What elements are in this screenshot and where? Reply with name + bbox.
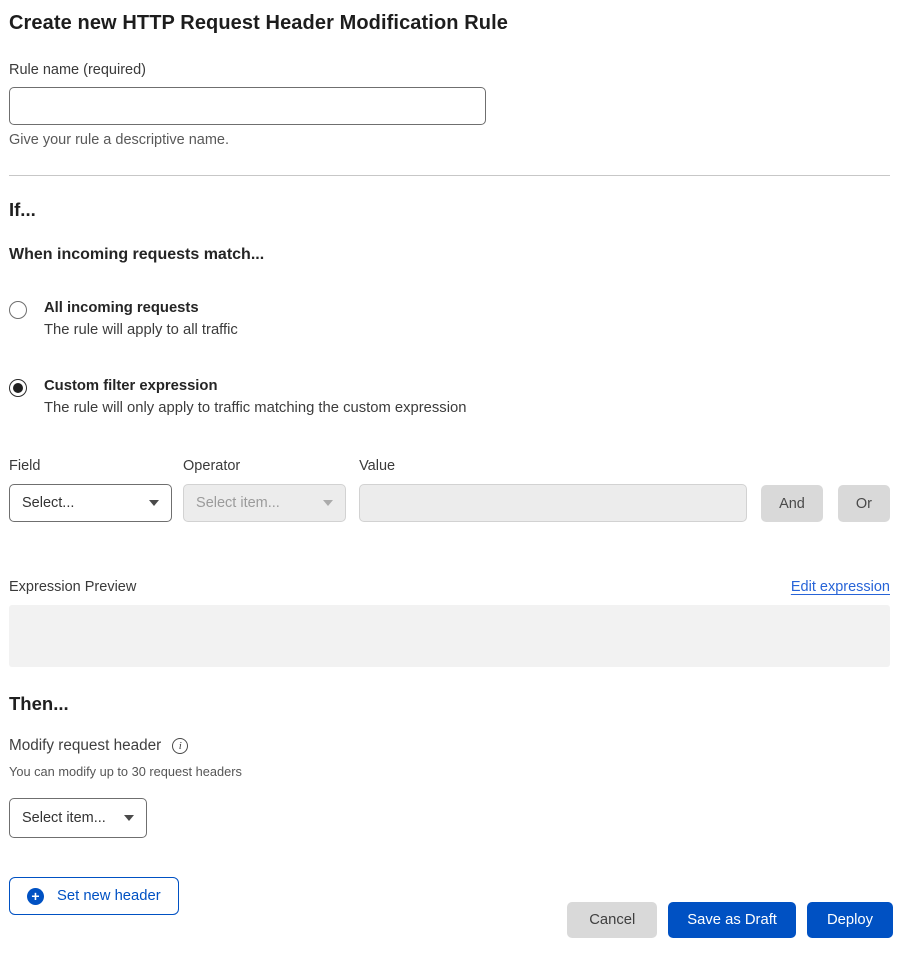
modify-header-label: Modify request header (9, 737, 161, 755)
section-divider (9, 175, 890, 176)
edit-expression-link[interactable]: Edit expression (791, 579, 890, 595)
expression-preview-box (9, 605, 890, 667)
expression-preview-header: Expression Preview Edit expression (9, 579, 890, 595)
deploy-button[interactable]: Deploy (807, 902, 893, 938)
chevron-down-icon (323, 500, 333, 506)
or-button[interactable]: Or (838, 485, 890, 522)
set-new-header-label: Set new header (57, 888, 161, 904)
modify-header-row: Modify request header i (9, 737, 890, 755)
then-heading: Then... (9, 693, 890, 715)
expression-preview-label: Expression Preview (9, 579, 136, 595)
rule-name-section: Rule name (required) Give your rule a de… (9, 62, 890, 148)
radio-option-label: All incoming requests (44, 300, 238, 316)
radio-option-label: Custom filter expression (44, 378, 466, 394)
operator-column: Operator Select item... (183, 458, 346, 522)
operator-select-value: Select item... (196, 495, 280, 511)
radio-option-custom-expression[interactable]: Custom filter expression The rule will o… (9, 378, 890, 416)
rule-name-input[interactable] (9, 87, 486, 125)
and-button[interactable]: And (761, 485, 823, 522)
create-rule-page: Create new HTTP Request Header Modificat… (0, 0, 899, 915)
chevron-down-icon (149, 500, 159, 506)
if-heading: If... (9, 199, 890, 221)
radio-option-description: The rule will apply to all traffic (44, 322, 238, 338)
modify-helper-text: You can modify up to 30 request headers (9, 764, 890, 779)
cancel-button[interactable]: Cancel (567, 902, 657, 938)
expression-builder-row: Field Select... Operator Select item... … (9, 458, 890, 522)
radio-option-description: The rule will only apply to traffic matc… (44, 400, 466, 416)
save-as-draft-button[interactable]: Save as Draft (668, 902, 796, 938)
match-subheading: When incoming requests match... (9, 246, 890, 264)
header-action-select[interactable]: Select item... (9, 798, 147, 838)
set-new-header-button[interactable]: + Set new header (9, 877, 179, 915)
radio-option-all-requests[interactable]: All incoming requests The rule will appl… (9, 300, 890, 338)
header-action-select-value: Select item... (22, 810, 106, 826)
footer-action-bar: Cancel Save as Draft Deploy (567, 902, 893, 938)
andor-button-group: And Or (761, 485, 890, 522)
field-column: Field Select... (9, 458, 172, 522)
operator-select: Select item... (183, 484, 346, 522)
chevron-down-icon (124, 815, 134, 821)
field-label: Field (9, 458, 172, 474)
radio-option-texts: All incoming requests The rule will appl… (44, 300, 238, 338)
value-label: Value (359, 458, 747, 474)
info-icon[interactable]: i (172, 738, 188, 754)
value-column: Value (359, 458, 747, 522)
value-input (359, 484, 747, 522)
field-select-value: Select... (22, 495, 74, 511)
rule-name-label: Rule name (required) (9, 62, 890, 78)
field-select[interactable]: Select... (9, 484, 172, 522)
radio-selected-icon[interactable] (9, 379, 27, 397)
operator-label: Operator (183, 458, 346, 474)
radio-unselected-icon[interactable] (9, 301, 27, 319)
page-title: Create new HTTP Request Header Modificat… (9, 12, 890, 35)
plus-icon: + (27, 888, 44, 905)
radio-option-texts: Custom filter expression The rule will o… (44, 378, 466, 416)
rule-name-helper: Give your rule a descriptive name. (9, 132, 890, 148)
